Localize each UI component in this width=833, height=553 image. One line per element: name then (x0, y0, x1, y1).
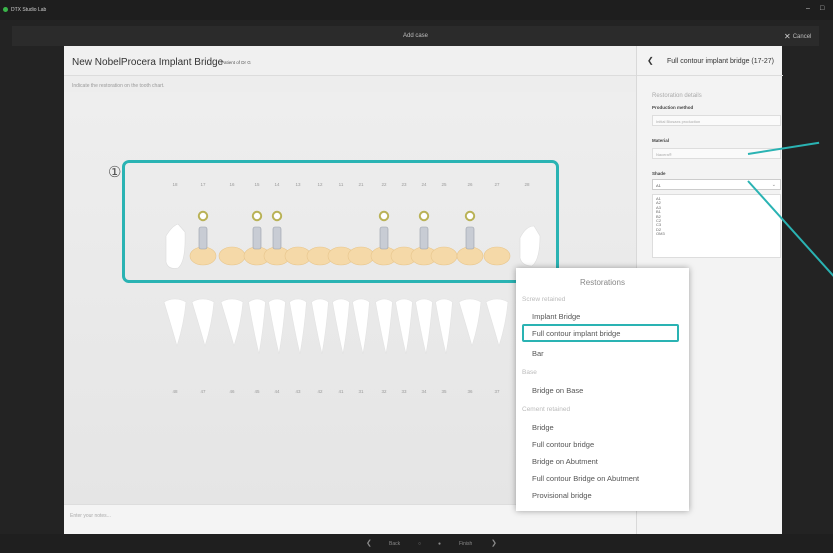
lower-tooth-number[interactable]: 47 (200, 389, 206, 394)
selected-teeth-highlight (122, 160, 559, 283)
lower-tooth-icon[interactable] (289, 298, 307, 355)
lower-tooth-number[interactable]: 37 (494, 389, 500, 394)
step-dot-inactive: ○ (418, 541, 422, 547)
lower-tooth-icon[interactable] (415, 298, 433, 355)
lower-tooth-number[interactable]: 41 (338, 389, 344, 394)
menu-item-full-contour-bridge[interactable]: Full contour bridge (532, 440, 594, 449)
menu-item-full-contour-bridge-on-abutment[interactable]: Full contour Bridge on Abutment (532, 474, 639, 483)
lower-tooth-number[interactable]: 44 (274, 389, 280, 394)
lower-tooth-icon[interactable] (163, 298, 187, 348)
section-cement-retained: Cement retained (522, 406, 571, 413)
lower-tooth-number[interactable]: 35 (441, 389, 447, 394)
lower-tooth-icon[interactable] (352, 298, 370, 355)
menu-item-full-contour-implant-bridge[interactable]: Full contour implant bridge (532, 329, 620, 338)
chevron-right-icon[interactable]: ❯ (491, 539, 497, 547)
lower-tooth-icon[interactable] (332, 298, 350, 355)
menu-item-bridge-on-base[interactable]: Bridge on Base (532, 386, 583, 395)
lower-tooth-number[interactable]: 48 (172, 389, 178, 394)
chevron-left-icon[interactable]: ❮ (366, 539, 372, 547)
lower-tooth-number[interactable]: 36 (467, 389, 473, 394)
lower-tooth-icon[interactable] (191, 298, 215, 348)
lower-tooth-number[interactable]: 31 (358, 389, 364, 394)
lower-tooth-icon[interactable] (268, 298, 286, 355)
lower-tooth-number[interactable]: 34 (421, 389, 427, 394)
section-base: Base (522, 369, 537, 376)
lower-tooth-number[interactable]: 32 (381, 389, 387, 394)
lower-tooth-icon[interactable] (220, 298, 244, 348)
wizard-footer: ❮ Back ○ ● Finish ❯ (0, 534, 833, 553)
step-marker: ① (108, 164, 122, 181)
lower-tooth-number[interactable]: 33 (401, 389, 407, 394)
lower-tooth-icon[interactable] (311, 298, 329, 355)
lower-tooth-icon[interactable] (435, 298, 453, 355)
back-button[interactable]: Back (389, 541, 400, 547)
restorations-popup: Restorations Screw retained Implant Brid… (516, 268, 689, 511)
menu-item-bar[interactable]: Bar (532, 349, 544, 358)
menu-item-bridge-on-abutment[interactable]: Bridge on Abutment (532, 457, 598, 466)
menu-item-bridge[interactable]: Bridge (532, 423, 554, 432)
lower-tooth-number[interactable]: 42 (317, 389, 323, 394)
step-dot-active: ● (438, 541, 442, 547)
menu-item-provisional-bridge[interactable]: Provisional bridge (532, 491, 592, 500)
lower-tooth-icon[interactable] (395, 298, 413, 355)
lower-tooth-icon[interactable] (375, 298, 393, 355)
lower-tooth-icon[interactable] (458, 298, 482, 348)
popup-title: Restorations (580, 278, 625, 287)
lower-tooth-icon[interactable] (485, 298, 509, 348)
menu-item-implant-bridge[interactable]: Implant Bridge (532, 312, 580, 321)
lower-tooth-icon[interactable] (248, 298, 266, 355)
lower-tooth-number[interactable]: 43 (295, 389, 301, 394)
finish-button[interactable]: Finish (459, 541, 472, 547)
lower-tooth-number[interactable]: 46 (229, 389, 235, 394)
section-screw-retained: Screw retained (522, 296, 566, 303)
lower-tooth-number[interactable]: 45 (254, 389, 260, 394)
